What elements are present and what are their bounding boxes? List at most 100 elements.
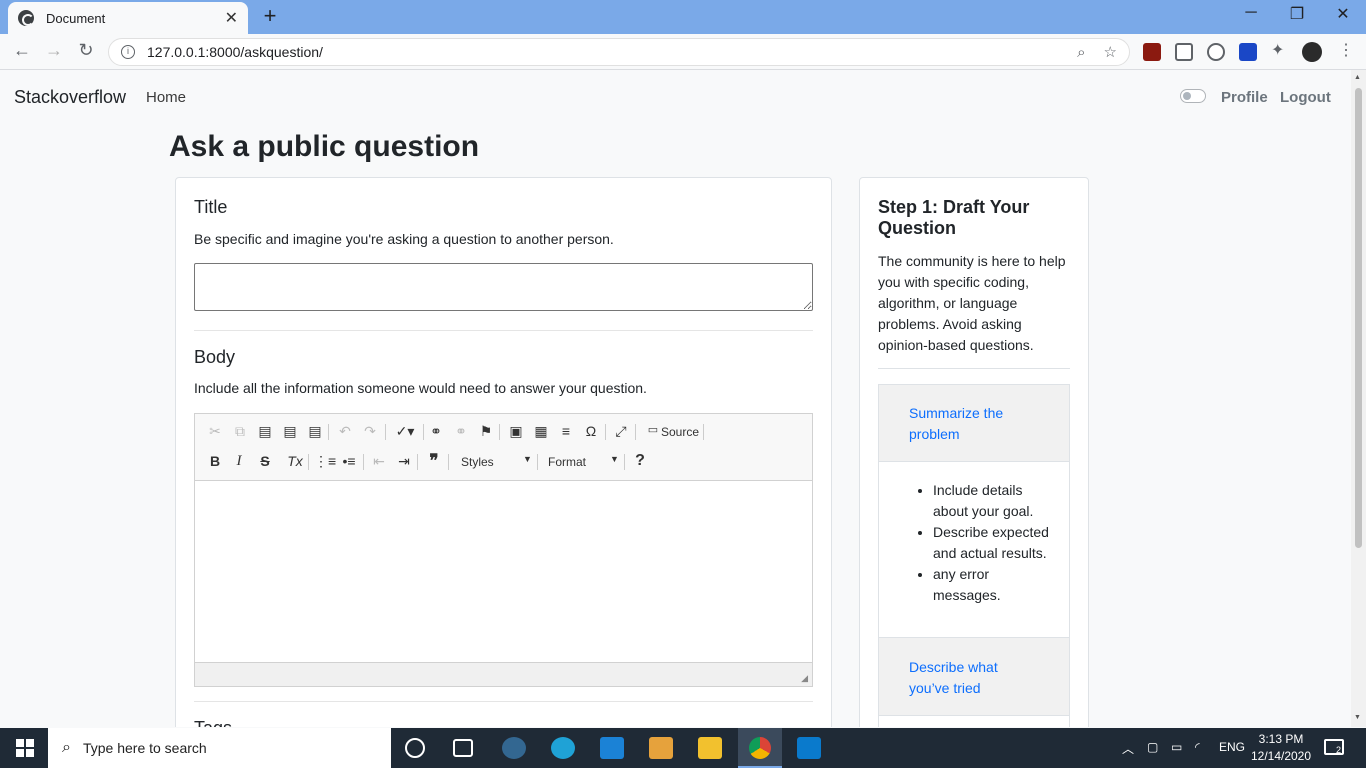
- scroll-up-icon[interactable]: ▲: [1354, 74, 1361, 81]
- resize-handle-icon[interactable]: ◢: [801, 673, 808, 684]
- accordion-link-tried[interactable]: Describe what you’ve tried: [909, 657, 1039, 699]
- outdent-icon[interactable]: ⇤: [369, 453, 389, 470]
- toolbar-separator: [499, 424, 500, 440]
- accordion-link-summarize[interactable]: Summarize the problem: [909, 403, 1039, 445]
- store-icon[interactable]: [649, 737, 673, 759]
- format-dropdown[interactable]: Format: [548, 455, 586, 469]
- undo-icon[interactable]: ↶: [335, 423, 355, 440]
- scrollbar-thumb[interactable]: [1355, 88, 1362, 548]
- bookmark-star-icon[interactable]: ☆: [1104, 43, 1117, 61]
- extensions-puzzle-icon[interactable]: ✦: [1271, 40, 1289, 59]
- close-window-button[interactable]: ✕: [1320, 4, 1366, 24]
- horizontal-line-icon[interactable]: ≡: [556, 423, 576, 439]
- file-explorer-icon[interactable]: [698, 737, 722, 759]
- chrome-taskbar-button[interactable]: [738, 728, 782, 768]
- pdf-extension-icon[interactable]: [1143, 43, 1161, 61]
- tab-strip: Document ✕ + ─ ❐ ✕: [0, 0, 1366, 34]
- bulleted-list-icon[interactable]: •≡: [339, 453, 359, 469]
- paste-icon[interactable]: ▤: [255, 423, 275, 440]
- strikethrough-icon[interactable]: S: [255, 453, 275, 469]
- accordion-header-summarize[interactable]: Summarize the problem: [879, 385, 1069, 462]
- numbered-list-icon[interactable]: ⋮≡: [314, 453, 336, 470]
- zoom-icon[interactable]: ⌕: [1077, 44, 1085, 61]
- site-info-icon[interactable]: i: [121, 45, 135, 59]
- editor-body[interactable]: [195, 481, 812, 662]
- paste-word-icon[interactable]: ▤: [305, 423, 325, 440]
- page-scrollbar[interactable]: ▲ ▼: [1351, 70, 1366, 727]
- source-icon[interactable]: ▭: [643, 423, 663, 436]
- paste-text-icon[interactable]: ▤: [280, 423, 300, 440]
- wifi-icon[interactable]: ◜: [1195, 740, 1200, 754]
- nav-home-link[interactable]: Home: [146, 89, 186, 106]
- theme-toggle[interactable]: [1180, 89, 1206, 103]
- divider: [194, 701, 813, 702]
- table-icon[interactable]: ▦: [531, 423, 551, 440]
- anchor-flag-icon[interactable]: ⚑: [476, 423, 496, 440]
- indent-icon[interactable]: ⇥: [394, 453, 414, 470]
- copy-icon[interactable]: ⧉: [230, 423, 250, 440]
- code-extension-icon[interactable]: [1207, 43, 1225, 61]
- restore-button[interactable]: ❐: [1274, 4, 1320, 24]
- redo-icon[interactable]: ↷: [360, 423, 380, 440]
- avatar[interactable]: [1302, 42, 1322, 62]
- taskbar-clock[interactable]: 3:13 PM 12/14/2020: [1246, 731, 1316, 765]
- help-icon[interactable]: ?: [630, 452, 650, 470]
- forward-icon[interactable]: →: [42, 40, 66, 61]
- close-tab-icon[interactable]: ✕: [225, 8, 238, 28]
- brand-link[interactable]: Stackoverflow: [14, 87, 126, 108]
- list-item: Describe expected and actual results.: [933, 522, 1058, 564]
- new-tab-button[interactable]: +: [260, 4, 280, 28]
- bold-icon[interactable]: B: [205, 453, 225, 469]
- screen-extension-icon[interactable]: [1239, 43, 1257, 61]
- blockquote-icon[interactable]: ❞: [424, 451, 444, 471]
- link-icon[interactable]: ⚭: [426, 423, 446, 440]
- cortana-icon[interactable]: [405, 738, 425, 758]
- menu-kebab-icon[interactable]: ⋮: [1334, 40, 1358, 60]
- nav-profile-link[interactable]: Profile: [1221, 89, 1268, 106]
- title-input[interactable]: [194, 263, 813, 311]
- address-bar[interactable]: i 127.0.0.1:8000/askquestion/ ⌕ ☆: [108, 38, 1130, 66]
- editor-toolbar: ✂ ⧉ ▤ ▤ ▤ ↶ ↷ ✓▾ ⚭ ⚭ ⚑ ▣ ▦ ≡ Ω ⤢ ▭ Sourc…: [195, 414, 812, 481]
- remove-format-icon[interactable]: Tx: [285, 453, 305, 469]
- accordion-header-tried[interactable]: Describe what you’ve tried: [879, 638, 1069, 716]
- globe-icon: [18, 10, 34, 26]
- maximize-icon[interactable]: ⤢: [611, 423, 631, 440]
- italic-icon[interactable]: I: [229, 453, 249, 470]
- language-indicator[interactable]: ENG: [1219, 740, 1245, 754]
- minimize-button[interactable]: ─: [1228, 4, 1274, 22]
- source-button[interactable]: Source: [661, 425, 699, 439]
- taskbar-search[interactable]: ⌕ Type here to search: [48, 728, 391, 768]
- special-char-icon[interactable]: Ω: [581, 423, 601, 439]
- notification-count: 2: [1336, 745, 1342, 755]
- reload-icon[interactable]: ↻: [74, 40, 98, 61]
- question-form-card: Title Be specific and imagine you're ask…: [175, 177, 832, 727]
- task-view-icon[interactable]: [453, 739, 473, 757]
- tray-device-icon[interactable]: ▢: [1147, 740, 1158, 754]
- page-content: Stackoverflow Home Profile Logout Ask a …: [0, 70, 1351, 727]
- scroll-down-icon[interactable]: ▼: [1354, 714, 1361, 721]
- clock-date: 12/14/2020: [1250, 749, 1312, 763]
- chevron-down-icon[interactable]: ▼: [523, 454, 532, 464]
- edge-icon[interactable]: [551, 737, 575, 759]
- unlink-icon[interactable]: ⚭: [451, 423, 471, 440]
- spellcheck-icon[interactable]: ✓▾: [392, 423, 418, 440]
- notification-icon[interactable]: 2: [1324, 739, 1344, 755]
- nav-logout-link[interactable]: Logout: [1280, 89, 1331, 106]
- styles-dropdown[interactable]: Styles: [461, 455, 494, 469]
- windows-start-icon[interactable]: [16, 739, 34, 757]
- chevron-down-icon[interactable]: ▼: [610, 454, 619, 464]
- mail-icon[interactable]: [600, 737, 624, 759]
- accordion-body-summarize: Include details about your goal. Describ…: [879, 462, 1069, 638]
- browser-tab[interactable]: Document ✕: [8, 2, 248, 34]
- clock-time: 3:13 PM: [1258, 732, 1304, 746]
- body-label: Body: [194, 347, 236, 367]
- cut-icon[interactable]: ✂: [205, 423, 225, 440]
- battery-icon[interactable]: ▭: [1171, 740, 1182, 754]
- postgres-icon[interactable]: [502, 737, 526, 759]
- tray-chevron-up-icon[interactable]: ︿: [1122, 740, 1134, 757]
- url-text[interactable]: 127.0.0.1:8000/askquestion/: [147, 44, 1059, 60]
- document-extension-icon[interactable]: [1175, 43, 1193, 61]
- vscode-icon[interactable]: [797, 737, 821, 759]
- image-icon[interactable]: ▣: [506, 423, 526, 440]
- back-icon[interactable]: ←: [10, 40, 34, 61]
